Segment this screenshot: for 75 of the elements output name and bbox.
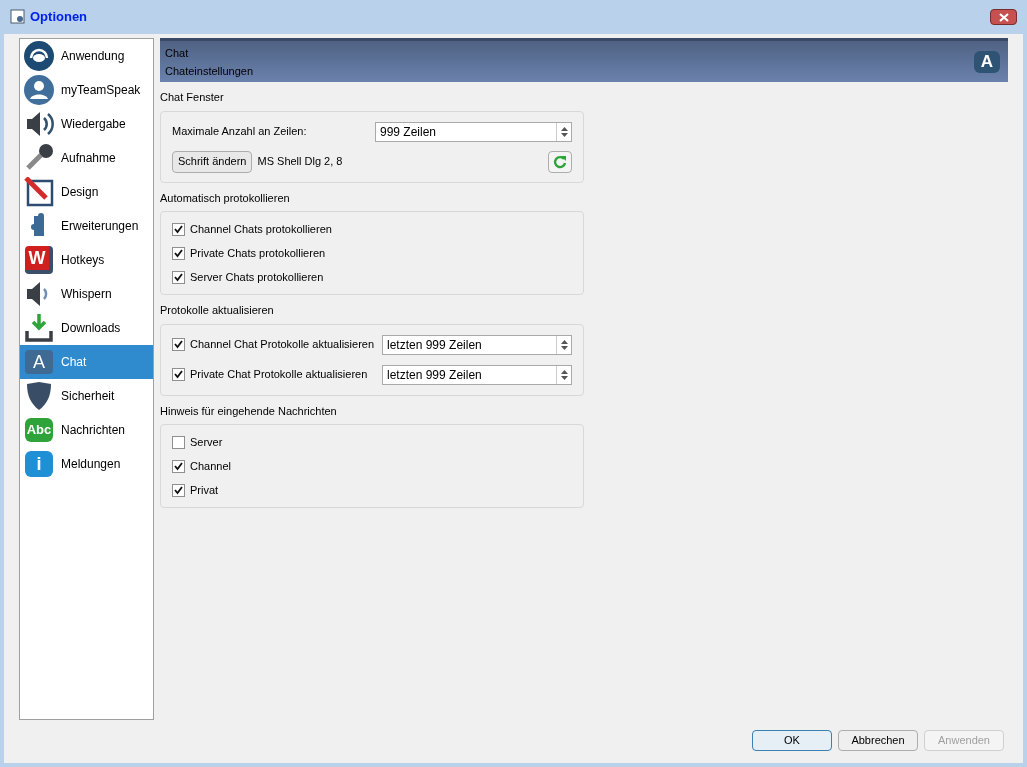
checkbox[interactable] <box>172 435 185 449</box>
checkbox[interactable] <box>172 338 185 351</box>
shield-icon <box>24 381 54 411</box>
change-font-button[interactable]: Schrift ändern <box>172 150 253 173</box>
close-icon <box>998 12 1009 22</box>
close-button[interactable] <box>990 9 1017 25</box>
dialog-button[interactable]: OK <box>752 730 832 751</box>
spin-arrows-icon <box>556 365 571 384</box>
header-title: Chat <box>165 45 190 61</box>
spin-field[interactable]: letzten 999 Zeilen <box>382 364 572 385</box>
checkbox[interactable] <box>172 483 185 497</box>
window-title: Optionen <box>30 8 88 27</box>
sidebar-item[interactable]: i Meldungen <box>20 447 153 481</box>
sidebar-label: Design <box>61 184 99 201</box>
sidebar-item[interactable]: myTeamSpeak <box>20 73 153 107</box>
speaker-icon <box>24 109 54 139</box>
sidebar-label: Anwendung <box>61 48 125 65</box>
dialog-button[interactable]: Abbrechen <box>838 730 918 751</box>
sidebar-label: Whispern <box>61 286 112 303</box>
sidebar-label: Aufnahme <box>61 150 116 167</box>
checkbox[interactable] <box>172 222 185 236</box>
section-title: Chat Fenster <box>160 90 225 105</box>
checkbox-label: Channel <box>190 458 231 474</box>
sidebar-item[interactable]: Aufnahme <box>20 141 153 175</box>
checkbox-label: Server <box>190 434 223 450</box>
sidebar-label: Nachrichten <box>61 422 126 439</box>
spin-arrows-icon <box>556 122 571 141</box>
chat-icon: A <box>974 50 1000 73</box>
section-title: Automatisch protokollieren <box>160 190 291 206</box>
field-label: Maximale Anzahl an Zeilen: <box>172 124 307 140</box>
sidebar-item[interactable]: W Hotkeys <box>20 243 153 277</box>
checkbox[interactable] <box>172 368 185 381</box>
spin-arrows-icon <box>556 335 571 354</box>
pencil-frame-icon <box>24 177 54 207</box>
sidebar-item[interactable]: Abc Nachrichten <box>20 413 153 447</box>
sidebar-label: Erweiterungen <box>61 218 139 235</box>
checkbox-label: Server Chats protokollieren <box>190 269 324 285</box>
checkbox-label: Privat <box>190 482 219 498</box>
sidebar-item[interactable]: A Chat <box>20 345 153 379</box>
sidebar-item[interactable]: Design <box>20 175 153 209</box>
checkbox-label: Private Chats protokollieren <box>190 245 326 261</box>
sidebar-item[interactable]: Anwendung <box>20 39 153 73</box>
section-title: Protokolle aktualisieren <box>160 303 275 318</box>
sidebar-item[interactable]: Whispern <box>20 277 153 311</box>
header-subtitle: Chateinstellungen <box>165 63 255 79</box>
sidebar-item[interactable]: Wiedergabe <box>20 107 153 141</box>
chat-icon: A <box>25 350 53 374</box>
sidebar-label: Wiedergabe <box>61 116 126 133</box>
refresh-icon <box>553 154 567 169</box>
hotkey-icon: W <box>25 246 53 274</box>
spin-field[interactable]: 999 Zeilen <box>375 121 572 142</box>
info-icon: i <box>25 451 53 477</box>
font-value: MS Shell Dlg 2, 8 <box>257 154 344 170</box>
download-icon <box>24 313 54 343</box>
sidebar-label: Meldungen <box>61 456 121 473</box>
section-title: Hinweis für eingehende Nachrichten <box>160 403 338 419</box>
message-icon: Abc <box>25 418 53 442</box>
settings-window-icon <box>10 9 26 25</box>
sidebar-label: myTeamSpeak <box>61 82 141 99</box>
checkbox-label: Private Chat Protokolle aktualisieren <box>190 367 369 383</box>
sidebar-label: Chat <box>61 354 87 371</box>
spin-field[interactable]: letzten 999 Zeilen <box>382 334 572 355</box>
sidebar-label: Sicherheit <box>61 388 115 405</box>
reset-button[interactable] <box>548 150 572 173</box>
sidebar-item[interactable]: Erweiterungen <box>20 209 153 243</box>
sidebar-label: Downloads <box>61 320 121 337</box>
sidebar-item[interactable]: Downloads <box>20 311 153 345</box>
sidebar-item[interactable]: Sicherheit <box>20 379 153 413</box>
user-icon <box>24 75 54 105</box>
checkbox[interactable] <box>172 246 185 260</box>
checkbox-label: Channel Chat Protokolle aktualisieren <box>190 337 376 353</box>
checkbox-label: Channel Chats protokollieren <box>190 221 332 237</box>
checkbox[interactable] <box>172 270 185 284</box>
sidebar-label: Hotkeys <box>61 252 105 269</box>
checkbox[interactable] <box>172 459 185 473</box>
